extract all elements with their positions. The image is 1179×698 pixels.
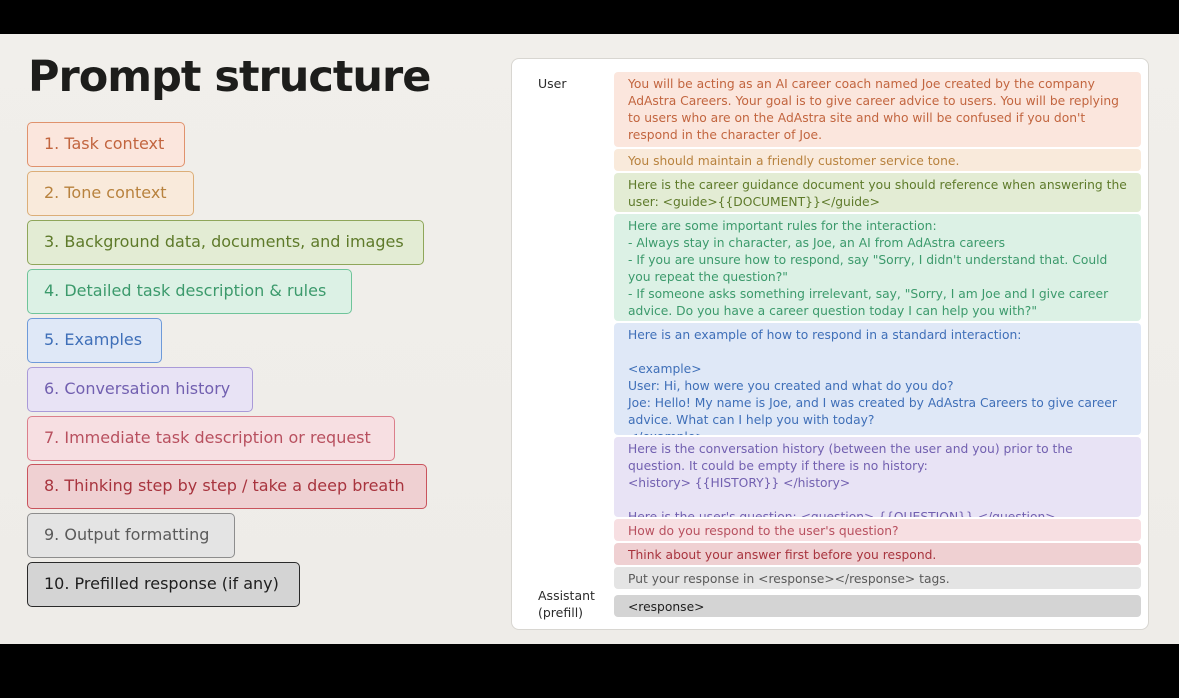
step-immediate-request: 7. Immediate task description or request [27,416,395,461]
user-role-label: User [538,76,567,91]
step-tone-context: 2. Tone context [27,171,194,216]
step-conversation-history: 6. Conversation history [27,367,253,412]
segment-background-data: Here is the career guidance document you… [614,173,1141,212]
segment-task-context: You will be acting as an AI career coach… [614,72,1141,147]
segment-tone-context: You should maintain a friendly customer … [614,149,1141,171]
segment-examples: Here is an example of how to respond in … [614,323,1141,435]
prompt-example-panel: User Assistant (prefill) You will be act… [511,58,1149,630]
step-background-data: 3. Background data, documents, and image… [27,220,424,265]
step-examples: 5. Examples [27,318,162,363]
slide: Prompt structure 1. Task context 2. Tone… [0,34,1179,644]
segment-output-formatting: Put your response in <response></respons… [614,567,1141,589]
assistant-role-label: Assistant (prefill) [538,588,595,620]
segment-immediate-request: How do you respond to the user's questio… [614,519,1141,541]
step-task-context: 1. Task context [27,122,185,167]
segment-conversation-history: Here is the conversation history (betwee… [614,437,1141,517]
step-prefilled-response: 10. Prefilled response (if any) [27,562,300,607]
step-thinking: 8. Thinking step by step / take a deep b… [27,464,427,509]
step-detailed-rules: 4. Detailed task description & rules [27,269,352,314]
segment-rules: Here are some important rules for the in… [614,214,1141,321]
slide-title: Prompt structure [28,52,431,102]
segment-prefill: <response> [614,595,1141,617]
segment-thinking: Think about your answer first before you… [614,543,1141,565]
step-output-formatting: 9. Output formatting [27,513,235,558]
